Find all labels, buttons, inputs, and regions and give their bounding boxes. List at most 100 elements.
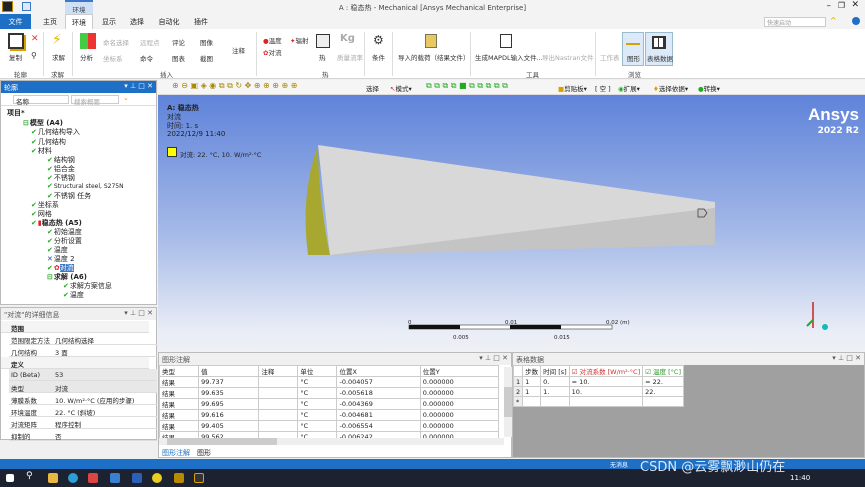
minimize-button[interactable]: –	[827, 1, 832, 11]
coordinate-system-button[interactable]: 坐标系	[103, 53, 123, 63]
details-row[interactable]: ID (Beta) 53	[9, 369, 157, 381]
column-header[interactable]: ☑ 温度 [°C]	[642, 365, 684, 377]
copy-icon[interactable]	[8, 33, 24, 49]
table-cell[interactable]: = 22.	[642, 376, 684, 387]
worksheet-button[interactable]: 工作表	[600, 52, 620, 62]
quick-launch-input[interactable]: 快速启动	[764, 17, 826, 27]
close-button[interactable]: ✕	[851, 0, 859, 10]
table-cell[interactable]: 1	[522, 386, 542, 397]
temperature-button[interactable]: ●温度	[263, 35, 282, 45]
select-by-button[interactable]: ♦选择依据▾	[653, 83, 688, 93]
details-row[interactable]: 类型 对流	[9, 381, 157, 393]
tree-item[interactable]: ✔几何结构导入	[31, 127, 80, 137]
details-row[interactable]: 薄膜系数 10. W/m²·°C (应用的步骤)	[9, 393, 157, 405]
panel-controls[interactable]: ▾ ⊥ □ ✕	[832, 354, 861, 362]
details-row[interactable]: 抑制的 否	[9, 429, 157, 441]
table-cell[interactable]: 10.	[568, 386, 644, 397]
model-geometry[interactable]	[158, 95, 865, 352]
help-icon[interactable]	[852, 17, 860, 25]
app-icon[interactable]	[152, 473, 162, 483]
tabular-data-button[interactable]: 表格数据	[645, 32, 673, 66]
mass-flow-button[interactable]: 质量流率	[337, 52, 363, 62]
column-header[interactable]: 注释	[258, 365, 299, 377]
details-row[interactable]: 范围限定方法 几何结构选择	[9, 333, 157, 345]
delete-icon[interactable]: ✕	[31, 34, 39, 44]
table-cell[interactable]: 1	[522, 376, 542, 387]
solve-lightning-icon[interactable]: ⚡	[52, 32, 62, 48]
table-cell[interactable]: 1	[512, 376, 524, 387]
table-cell[interactable]	[522, 396, 542, 407]
vertical-scrollbar[interactable]	[504, 367, 512, 437]
table-row[interactable]: 结果 99.635 °C -0.005618 0.000000	[158, 387, 500, 399]
mechanical-icon[interactable]	[194, 473, 204, 483]
select-button[interactable]: 选择	[366, 83, 379, 93]
table-cell[interactable]	[540, 396, 570, 407]
details-row[interactable]: 环境温度 22. °C (斜坡)	[9, 405, 157, 417]
section-button[interactable]: 截图	[200, 53, 213, 63]
column-header[interactable]: 时间 [s]	[540, 365, 570, 377]
column-header[interactable]: ☑ 对流系数 [W/m²·°C]	[568, 365, 644, 377]
tree-item[interactable]: ✔Structural steel, S275N	[47, 182, 124, 190]
restore-button[interactable]: ❐	[838, 1, 845, 10]
heat-icon[interactable]	[316, 34, 330, 48]
outline-search-input[interactable]: 搜索概要	[71, 95, 119, 106]
table-cell[interactable]: 1.	[540, 386, 570, 397]
image-button[interactable]: 图像	[200, 37, 213, 47]
search-icon[interactable]: ⚲	[26, 471, 36, 481]
remote-point-button[interactable]: 远程点	[140, 37, 160, 47]
column-header[interactable]: 位置X	[336, 365, 421, 377]
search-icon[interactable]: ⚲	[31, 51, 37, 60]
tree-item[interactable]: 项目*	[7, 108, 25, 118]
column-checkbox[interactable]: ☑	[645, 368, 651, 376]
graphics-viewport[interactable]: A: 稳态热 对流 时间: 1. s 2022/12/9 11:40 对流: 2…	[158, 95, 865, 352]
search-options-icon[interactable]: ⌄	[123, 94, 129, 102]
convection-button[interactable]: ✿对流	[263, 47, 281, 57]
workbench-icon[interactable]	[174, 473, 184, 483]
tab-graph[interactable]: 图形	[197, 448, 211, 458]
tab-selection[interactable]: 选择	[125, 14, 149, 29]
heat-button[interactable]: 热	[319, 52, 326, 62]
column-header[interactable]: 单位	[297, 365, 338, 377]
details-row[interactable]: 对流矩阵 程序控制	[9, 417, 157, 429]
imported-load-button[interactable]: 导入的载荷（结果文件）	[398, 52, 470, 62]
tab-file[interactable]: 文件	[0, 14, 31, 29]
solve-button[interactable]: 求解	[52, 52, 65, 62]
table-row[interactable]: 结果 99.405 °C -0.006554 0.000000	[158, 420, 500, 432]
table-cell[interactable]: = 10.	[568, 376, 644, 387]
file-explorer-icon[interactable]	[48, 473, 58, 483]
column-checkbox[interactable]: ☑	[572, 368, 578, 376]
messages-status[interactable]: 无消息	[610, 460, 628, 469]
collapse-ribbon-icon[interactable]: ^	[830, 16, 837, 25]
table-cell[interactable]	[568, 396, 644, 407]
panel-controls[interactable]: ▾ ⊥ □ ✕	[124, 82, 153, 90]
table-row[interactable]: 2 1 1. 10. 22.	[512, 386, 684, 397]
extend-button[interactable]: ◉扩展▾	[618, 83, 640, 93]
horizontal-scrollbar[interactable]	[159, 438, 504, 445]
app-icon[interactable]	[110, 473, 120, 483]
details-section[interactable]: 范围	[1, 321, 149, 333]
column-header[interactable]: 类型	[158, 365, 200, 377]
comment-button[interactable]: 评论	[172, 37, 185, 47]
column-header[interactable]: 位置Y	[419, 365, 500, 377]
chart-button[interactable]: 图表	[172, 53, 185, 63]
table-row[interactable]: 结果 99.616 °C -0.004681 0.000000	[158, 409, 500, 421]
selection-filter-icons[interactable]: ⧉ ⧉ ⧉ ⧉ ■ ⧉ ⧉ ⧉ ⧉ ⧉	[426, 81, 508, 91]
table-row[interactable]: 结果 99.695 °C -0.004369 0.000000	[158, 398, 500, 410]
tab-display[interactable]: 显示	[97, 14, 121, 29]
table-row[interactable]: 结果 99.737 °C -0.004057 0.000000	[158, 376, 500, 388]
radiation-button[interactable]: ✦辐射	[290, 35, 308, 45]
table-cell[interactable]: 22.	[642, 386, 684, 397]
edge-icon[interactable]	[68, 473, 78, 483]
app-icon[interactable]	[88, 473, 98, 483]
generate-mapdl-button[interactable]: 生成MAPDL输入文件...	[475, 52, 543, 62]
column-header[interactable]: 值	[198, 365, 260, 377]
zoom-icons[interactable]: ⊕ ⊖ ▣ ◈ ◉ ⧉ ⧉ ↻ ✥ ⊕ ⊕ ⊕ ⊕ ⊕	[172, 81, 298, 91]
copy-button[interactable]: 复制	[9, 52, 22, 62]
filter-dropdown[interactable]: 名称	[13, 95, 69, 106]
details-section[interactable]: 定义	[1, 357, 149, 369]
table-cell[interactable]: *	[512, 396, 524, 407]
tab-home[interactable]: 主页	[38, 14, 62, 29]
details-row[interactable]: 几何结构 3 面	[9, 345, 157, 357]
windows-start-icon[interactable]	[6, 474, 14, 482]
conditions-button[interactable]: 条件	[372, 52, 385, 62]
